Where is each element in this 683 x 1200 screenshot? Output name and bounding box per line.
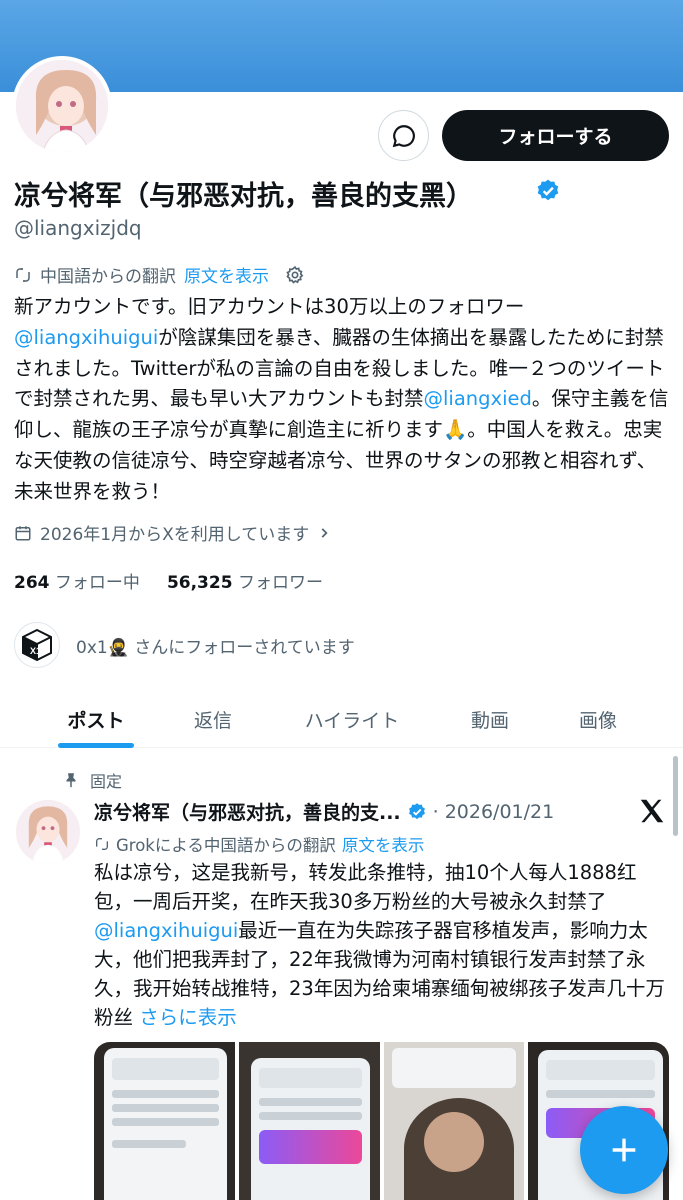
media-image-1[interactable]: [94, 1042, 235, 1200]
message-button[interactable]: [378, 110, 429, 161]
active-tab-indicator: [58, 743, 134, 748]
tab-images[interactable]: 画像: [548, 690, 648, 748]
show-original-link[interactable]: 原文を表示: [184, 262, 269, 287]
calendar-icon: [15, 525, 31, 540]
translate-icon: [16, 267, 30, 282]
x-logo-icon[interactable]: [637, 796, 667, 830]
post-date[interactable]: 2026/01/21: [445, 801, 555, 823]
followers-label: フォロワー: [237, 573, 323, 593]
translate-icon: [96, 838, 108, 850]
tab-videos[interactable]: 動画: [440, 690, 540, 748]
post-media-grid[interactable]: [94, 1042, 669, 1200]
post-translation-row: Grokによる中国語からの翻訳 原文を表示: [94, 832, 424, 856]
bio-translation-row: 中国語からの翻訳 原文を表示: [14, 262, 305, 287]
following-count: 264: [14, 573, 50, 593]
joined-text: 2026年1月からXを利用しています: [40, 525, 310, 545]
compose-post-button[interactable]: [580, 1106, 668, 1194]
tab-replies[interactable]: 返信: [160, 690, 266, 748]
verified-badge-icon[interactable]: [535, 178, 561, 208]
gear-icon[interactable]: [285, 265, 305, 285]
verified-badge-icon[interactable]: [407, 802, 427, 822]
media-image-2[interactable]: [238, 1042, 380, 1200]
post-translation-note: Grokによる中国語からの翻訳: [116, 836, 336, 855]
follower-avatar-label: X1: [30, 646, 41, 656]
post-header: 凉兮将军（与邪恶对抗，善良的支... · 2026/01/21: [94, 798, 554, 825]
followed-by-text: 0x1🥷 さんにフォローされています: [76, 637, 355, 658]
chat-bubble-icon: [392, 124, 415, 147]
tab-posts[interactable]: ポスト: [40, 690, 152, 748]
profile-handle: @liangxizjdq: [14, 216, 142, 240]
post-mention-link[interactable]: @liangxihuigui: [94, 919, 238, 942]
translation-note: 中国語からの翻訳: [40, 267, 176, 287]
follow-stats: 264 フォロー中 56,325 フォロワー: [14, 568, 323, 593]
media-image-3[interactable]: [383, 1042, 525, 1200]
profile-tabs: ポスト 返信 ハイライト 動画 画像: [0, 690, 683, 748]
joined-date[interactable]: 2026年1月からXを利用しています: [14, 520, 331, 545]
tab-highlights[interactable]: ハイライト: [282, 690, 422, 748]
followers-count: 56,325: [166, 573, 233, 593]
post-author-avatar[interactable]: [16, 800, 80, 864]
post-author-name[interactable]: 凉兮将军（与邪恶对抗，善良的支...: [94, 798, 401, 825]
bio-mention-link[interactable]: @liangxihuigui: [14, 326, 158, 349]
post-text-part: 私は凉兮，这是我新号，转发此条推特，抽10个人每人1888红包，一周后开奖，在昨…: [94, 861, 637, 913]
chevron-right-icon: [321, 527, 328, 538]
followed-by-row[interactable]: X1 0x1🥷 さんにフォローされています: [14, 622, 355, 668]
show-more-link[interactable]: さらに表示: [139, 1006, 237, 1029]
plus-icon: [612, 1138, 636, 1162]
profile-bio: 新アカウントです。旧アカウントは30万以上のフォロワー @liangxihuig…: [14, 292, 669, 508]
pin-icon: [66, 773, 76, 788]
profile-avatar[interactable]: [12, 56, 112, 156]
post-show-original-link[interactable]: 原文を表示: [342, 832, 425, 856]
profile-display-name: 凉兮将军（与邪恶对抗，善良的支黑）: [14, 181, 473, 212]
bio-text: 新アカウントです。旧アカウントは30万以上のフォロワー: [14, 295, 525, 318]
followers-link[interactable]: 56,325 フォロワー: [167, 573, 323, 593]
follow-button[interactable]: フォローする: [442, 110, 669, 161]
following-label: フォロー中: [54, 573, 140, 593]
follower-avatar: X1: [14, 622, 60, 668]
scrollbar[interactable]: [673, 756, 678, 836]
pinned-label: 固定: [62, 768, 122, 792]
following-link[interactable]: 264 フォロー中: [14, 573, 140, 593]
pinned-text: 固定: [90, 772, 123, 791]
post-text: 私は凉兮，这是我新号，转发此条推特，抽10个人每人1888红包，一周后开奖，在昨…: [94, 858, 669, 1032]
bio-mention-link[interactable]: @liangxied: [424, 387, 532, 410]
